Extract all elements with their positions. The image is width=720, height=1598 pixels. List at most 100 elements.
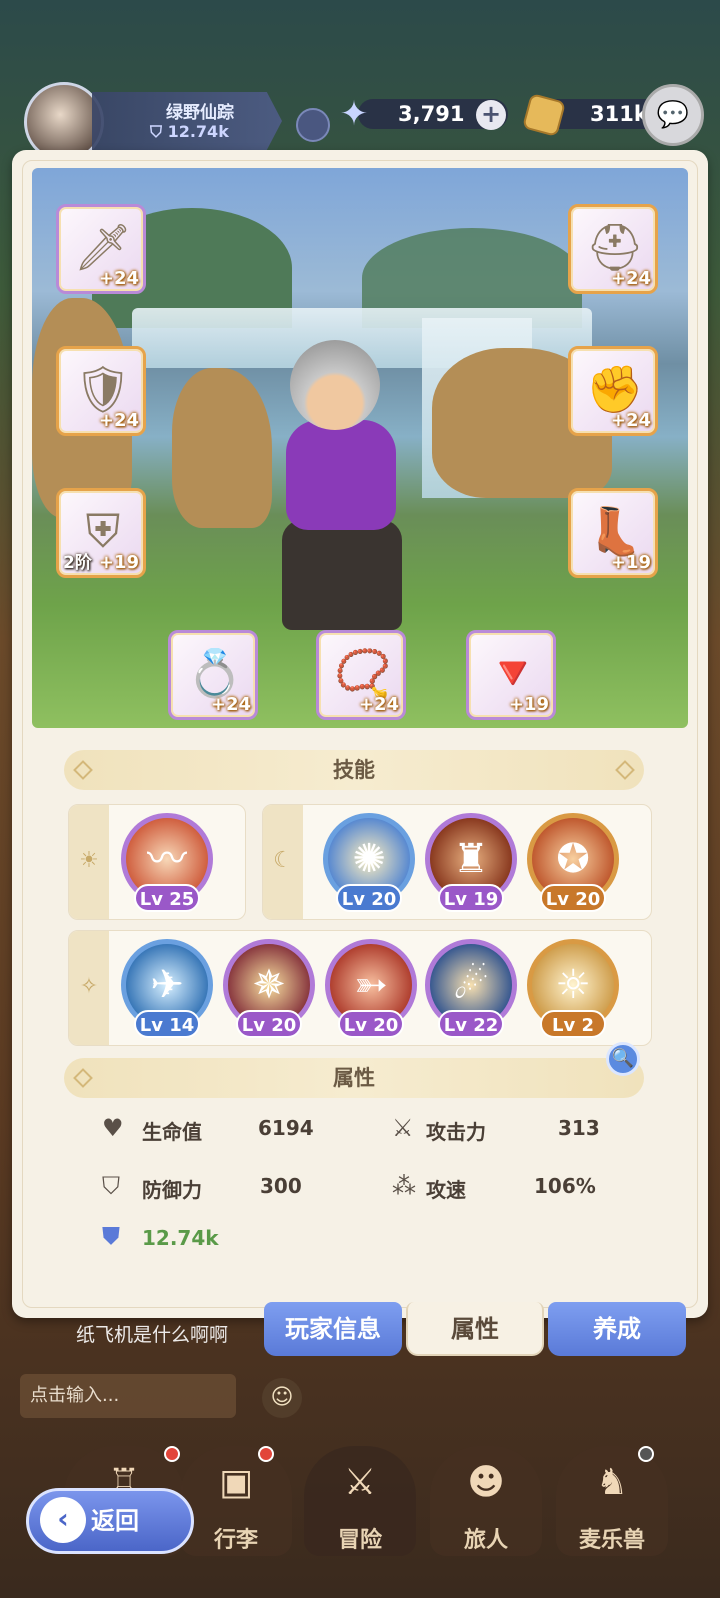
equip-necklace-slot[interactable]: 📿 +24 bbox=[316, 630, 406, 720]
equip-level: +24 bbox=[610, 268, 651, 289]
equip-weapon-slot[interactable]: 🗡 +24 bbox=[56, 204, 146, 294]
coin-icon bbox=[521, 92, 567, 138]
defense-value: 300 bbox=[260, 1174, 302, 1198]
nav-travelers-label: 旅人 bbox=[463, 1528, 508, 1553]
guild-icon[interactable] bbox=[296, 108, 330, 142]
back-arrow-icon: ‹ bbox=[40, 1497, 86, 1543]
skill-slot[interactable]: ✺ Lv 20 bbox=[323, 813, 415, 912]
skill-level: Lv 20 bbox=[236, 1010, 302, 1038]
power-value: 12.74k bbox=[142, 1226, 219, 1250]
skill-slot[interactable]: ➳ Lv 20 bbox=[325, 939, 417, 1038]
defense-label: 防御力 bbox=[142, 1178, 202, 1202]
skill-slot[interactable]: 〰 Lv 25 bbox=[121, 813, 213, 912]
star-icon: ✦ bbox=[339, 94, 369, 134]
equip-gloves-slot[interactable]: ✊ +24 bbox=[568, 346, 658, 436]
equip-level: +19 bbox=[610, 552, 651, 573]
alert-dot bbox=[638, 1446, 654, 1462]
shield-icon: ⛉ bbox=[102, 1172, 120, 1200]
attack-speed-value: 106% bbox=[534, 1174, 596, 1198]
nav-luggage[interactable]: ▣ 行李 bbox=[180, 1446, 292, 1556]
back-label: 返回 bbox=[91, 1507, 139, 1535]
tab-attributes[interactable]: 属性 bbox=[406, 1302, 544, 1356]
chat-last-message: 纸飞机是什么啊啊 bbox=[76, 1324, 229, 1346]
skill-slot[interactable]: ✵ Lv 20 bbox=[223, 939, 315, 1038]
equip-level: +19 bbox=[508, 694, 549, 715]
notification-dot bbox=[258, 1446, 274, 1462]
skills-title: 技能 bbox=[333, 758, 375, 782]
skills-header: 技能 bbox=[64, 750, 644, 790]
coin-currency-value: 311k bbox=[590, 102, 648, 126]
fox-icon: ♞ bbox=[595, 1462, 629, 1503]
chest-icon: ▣ bbox=[218, 1462, 253, 1503]
chat-bubble-button[interactable]: 💬 bbox=[642, 84, 704, 146]
search-icon[interactable]: 🔍 bbox=[606, 1042, 640, 1076]
plus-icon[interactable]: + bbox=[476, 100, 506, 130]
attack-speed-label: 攻速 bbox=[426, 1178, 466, 1202]
skill-level: Lv 2 bbox=[540, 1010, 606, 1038]
header-diamond-icon bbox=[73, 1068, 93, 1088]
star-currency-value: 3,791 bbox=[398, 102, 465, 126]
equip-level: +24 bbox=[98, 268, 139, 289]
moon-icon: ☾ bbox=[263, 805, 303, 919]
skill-slot[interactable]: ☼ Lv 2 bbox=[527, 939, 619, 1038]
skill-level: Lv 22 bbox=[438, 1010, 504, 1038]
attack-label: 攻击力 bbox=[426, 1120, 486, 1144]
equip-level: +24 bbox=[98, 410, 139, 431]
equip-boots-slot[interactable]: 👢 +19 bbox=[568, 488, 658, 578]
player-power: ⛉ 12.74k bbox=[150, 122, 229, 141]
nav-pets-label: 麦乐兽 bbox=[578, 1528, 645, 1553]
player-name: 绿野仙踪 bbox=[166, 103, 234, 123]
equip-pants-slot[interactable]: ⛨ 2阶 +19 bbox=[56, 488, 146, 578]
day-skill-group: ☀ 〰 Lv 25 bbox=[68, 804, 246, 920]
tab-development[interactable]: 养成 bbox=[548, 1302, 686, 1356]
chat-input[interactable]: 点击输入... bbox=[20, 1374, 236, 1418]
equip-tier: 2阶 bbox=[63, 553, 92, 573]
passive-skill-group: ✧ ✈ Lv 14 ✵ Lv 20 ➳ Lv 20 ☄ Lv 22 ☼ Lv 2 bbox=[68, 930, 652, 1046]
equip-level: +24 bbox=[610, 410, 651, 431]
equip-armor-slot[interactable]: 🛡 +24 bbox=[56, 346, 146, 436]
night-skill-group: ☾ ✺ Lv 20 ♜ Lv 19 ✪ Lv 20 bbox=[262, 804, 652, 920]
attack-value: 313 bbox=[558, 1116, 600, 1140]
nav-travelers[interactable]: ☻ 旅人 bbox=[430, 1446, 542, 1556]
skill-slot[interactable]: ♜ Lv 19 bbox=[425, 813, 517, 912]
nav-luggage-label: 行李 bbox=[213, 1528, 258, 1553]
hp-value: 6194 bbox=[258, 1116, 314, 1140]
attributes-header: 属性 bbox=[64, 1058, 644, 1098]
skill-slot[interactable]: ✈ Lv 14 bbox=[121, 939, 213, 1038]
equip-helmet-slot[interactable]: ⛑ +24 bbox=[568, 204, 658, 294]
equip-level: +19 bbox=[98, 552, 139, 573]
nav-adventure[interactable]: ⚔ 冒险 bbox=[304, 1446, 416, 1556]
crossed-swords-icon: ⚔ bbox=[392, 1114, 414, 1142]
character-body bbox=[286, 420, 396, 530]
skill-level: Lv 20 bbox=[540, 884, 606, 912]
traveler-face-icon: ☻ bbox=[467, 1462, 505, 1503]
skill-level: Lv 20 bbox=[338, 1010, 404, 1038]
hp-label: 生命值 bbox=[142, 1120, 202, 1144]
skill-level: Lv 14 bbox=[134, 1010, 200, 1038]
character-head bbox=[290, 340, 380, 430]
sun-icon: ☀ bbox=[69, 805, 109, 919]
skill-slot[interactable]: ☄ Lv 22 bbox=[425, 939, 517, 1038]
notification-dot bbox=[164, 1446, 180, 1462]
header-diamond-icon bbox=[615, 760, 635, 780]
skill-level: Lv 19 bbox=[438, 884, 504, 912]
tab-player-info[interactable]: 玩家信息 bbox=[264, 1302, 402, 1356]
emoji-icon[interactable]: ☺ bbox=[262, 1378, 302, 1418]
speed-nodes-icon: ⁂ bbox=[392, 1172, 416, 1200]
sparkle-icon: ✧ bbox=[69, 931, 109, 1045]
nav-adventure-label: 冒险 bbox=[337, 1528, 382, 1553]
power-shield-icon: ⛊ bbox=[102, 1222, 120, 1250]
equip-ring-slot[interactable]: 💍 +24 bbox=[168, 630, 258, 720]
skill-slot[interactable]: ✪ Lv 20 bbox=[527, 813, 619, 912]
equip-level: +24 bbox=[358, 694, 399, 715]
header-diamond-icon bbox=[73, 760, 93, 780]
nav-pets[interactable]: ♞ 麦乐兽 bbox=[556, 1446, 668, 1556]
heart-icon: ♥ bbox=[102, 1114, 124, 1142]
skill-level: Lv 25 bbox=[134, 884, 200, 912]
equip-amulet-slot[interactable]: 🔻 +19 bbox=[466, 630, 556, 720]
attributes-title: 属性 bbox=[333, 1066, 375, 1090]
player-power-value: 12.74k bbox=[167, 122, 229, 141]
crossed-swords-icon: ⚔ bbox=[343, 1462, 377, 1503]
skill-level: Lv 20 bbox=[336, 884, 402, 912]
character-legs bbox=[282, 520, 402, 630]
